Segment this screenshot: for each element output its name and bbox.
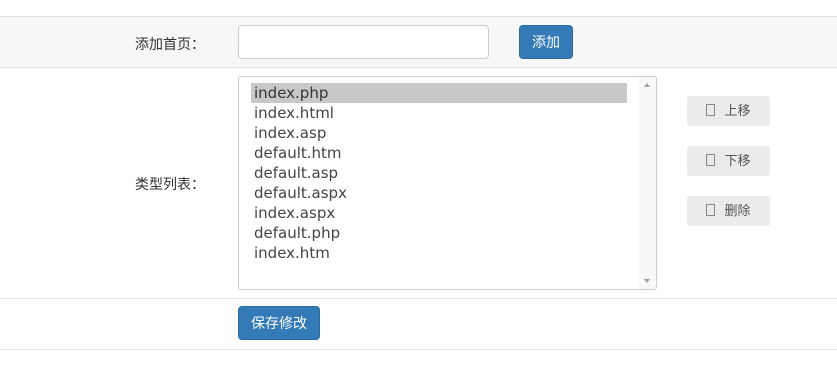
list-item[interactable]: index.htm (251, 243, 627, 263)
move-up-label: 上移 (724, 103, 751, 118)
save-row: 保存修改 (0, 299, 837, 350)
save-changes-button[interactable]: 保存修改 (238, 306, 320, 340)
add-homepage-label: 添加首页： (135, 36, 205, 52)
scroll-up-arrow-icon[interactable] (644, 83, 650, 87)
move-down-button[interactable]: 下移 (687, 146, 770, 176)
type-list-row: 类型列表： index.php index.html index.asp def… (0, 68, 837, 299)
list-item[interactable]: default.php (251, 223, 627, 243)
move-down-label: 下移 (724, 153, 751, 168)
list-item[interactable]: default.aspx (251, 183, 627, 203)
delete-label: 删除 (724, 203, 751, 218)
list-item[interactable]: index.html (251, 103, 627, 123)
type-list-label: 类型列表： (135, 176, 205, 192)
list-item[interactable]: index.php (251, 83, 627, 103)
scroll-down-arrow-icon[interactable] (644, 279, 650, 283)
move-up-icon (706, 104, 716, 116)
move-up-button[interactable]: 上移 (687, 96, 770, 126)
list-item[interactable]: index.asp (251, 123, 627, 143)
list-item[interactable]: default.htm (251, 143, 627, 163)
move-down-icon (706, 154, 716, 166)
delete-button[interactable]: 删除 (687, 196, 770, 226)
list-item[interactable]: index.aspx (251, 203, 627, 223)
add-homepage-row: 添加首页： 添加 (0, 16, 837, 68)
list-items: index.php index.html index.asp default.h… (251, 83, 627, 263)
list-item[interactable]: default.asp (251, 163, 627, 183)
delete-icon (706, 204, 716, 216)
listbox-scrollbar[interactable] (639, 77, 656, 289)
add-button[interactable]: 添加 (519, 25, 573, 59)
type-listbox[interactable]: index.php index.html index.asp default.h… (238, 76, 657, 290)
homepage-input[interactable] (238, 25, 489, 59)
